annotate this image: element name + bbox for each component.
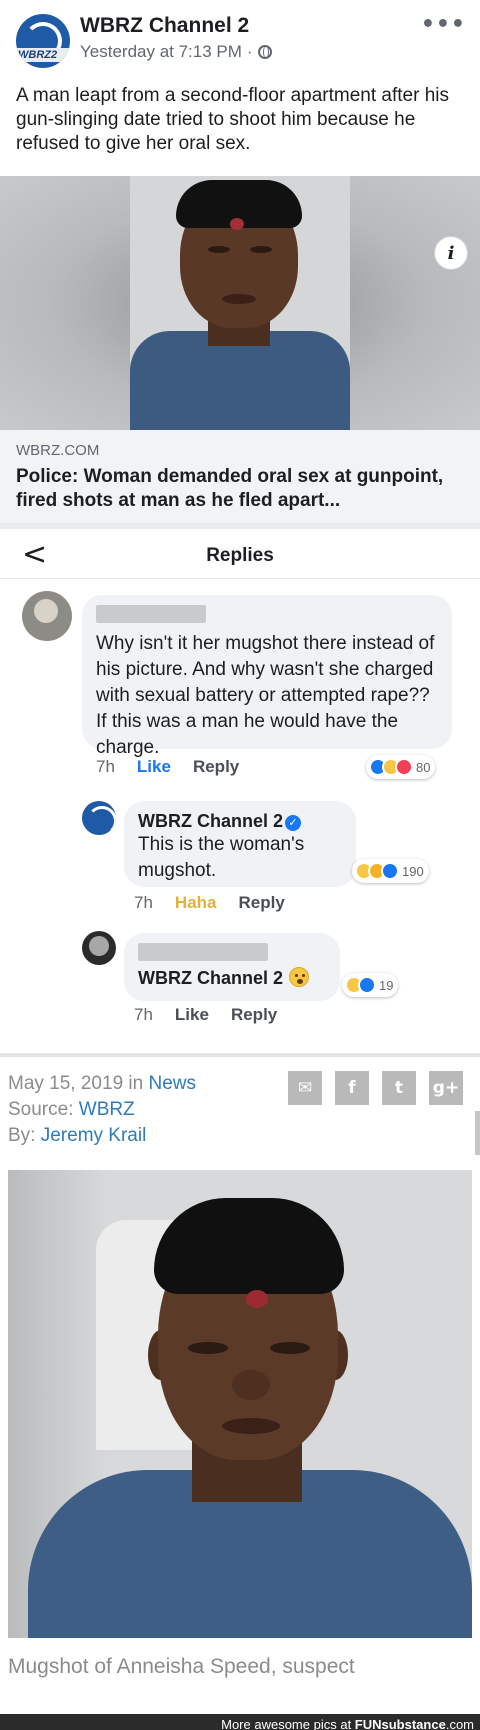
replies-screen: < Replies Why isn't it her mugshot there… — [0, 523, 480, 1053]
reply-time: 7h — [134, 1005, 153, 1024]
reply-button[interactable]: Reply — [193, 757, 239, 777]
love-reaction-icon — [395, 758, 413, 776]
reaction-summary[interactable]: 19 — [342, 973, 399, 997]
by-label: By: — [8, 1125, 36, 1146]
article-section: May 15, 2019 in News Source: WBRZ By: Je… — [0, 1053, 480, 1730]
comment-bubble: Why isn't it her mugshot there instead o… — [82, 595, 452, 758]
like-button[interactable]: Like — [175, 1005, 209, 1025]
like-reaction-icon — [358, 976, 376, 994]
footer-brand: FUNsubstance — [354, 1717, 446, 1730]
reply-bubble: WBRZ Channel 2 — [124, 933, 340, 1001]
reaction-count: 190 — [402, 863, 424, 879]
haha-button[interactable]: Haha — [175, 893, 217, 913]
reply-bubble: WBRZ Channel 2 ✓ This is the woman's mugs… — [124, 801, 356, 887]
reaction-count: 19 — [379, 977, 394, 993]
footer-suffix: .com — [445, 1717, 474, 1730]
facebook-share-icon[interactable]: f — [335, 1071, 369, 1105]
post-header: WBRZ2 WBRZ Channel 2 Yesterday at 7:13 P… — [16, 12, 466, 72]
article-mugshot-image — [8, 1170, 472, 1638]
watermark-footer: More awesome pics at FUNsubstance.com — [0, 1714, 480, 1730]
article-meta: May 15, 2019 in News Source: WBRZ By: Je… — [8, 1071, 196, 1149]
link-title[interactable]: Police: Woman demanded oral sex at gunpo… — [16, 465, 464, 513]
link-preview-image[interactable] — [0, 176, 480, 430]
post-timestamp[interactable]: Yesterday at 7:13 PM — [80, 42, 242, 62]
reply-button[interactable]: Reply — [231, 1005, 277, 1025]
share-buttons: ✉ f t g+ — [288, 1071, 463, 1105]
redacted-name — [96, 605, 206, 623]
info-icon[interactable]: i — [434, 236, 468, 270]
mugshot-image — [130, 176, 350, 430]
image-caption: Mugshot of Anneisha Speed, suspect — [8, 1655, 355, 1678]
page-avatar[interactable]: WBRZ2 — [16, 14, 70, 68]
post-meta: Yesterday at 7:13 PM · — [80, 42, 272, 62]
reply-actions: 7h Haha Reply — [134, 893, 285, 913]
reaction-summary[interactable]: 190 — [352, 859, 429, 883]
flushed-emoji-icon — [289, 967, 310, 987]
source-label: Source: — [8, 1099, 74, 1120]
link-preview-footer[interactable]: WBRZ.COM Police: Woman demanded oral sex… — [0, 430, 480, 523]
twitter-share-icon[interactable]: t — [382, 1071, 416, 1105]
email-share-icon[interactable]: ✉ — [288, 1071, 322, 1105]
globe-icon — [257, 45, 272, 59]
page-name[interactable]: WBRZ Channel 2 — [80, 14, 249, 38]
scrollbar[interactable] — [475, 1111, 480, 1155]
footer-prefix: More awesome pics at — [221, 1717, 355, 1730]
like-button[interactable]: Like — [137, 757, 171, 777]
author-link[interactable]: Jeremy Krail — [41, 1125, 147, 1146]
reply-button[interactable]: Reply — [239, 893, 285, 913]
reply-text: This is the woman's mugshot. — [138, 834, 305, 881]
reply-text: WBRZ Channel 2 — [138, 968, 284, 988]
like-reaction-icon — [381, 862, 399, 880]
in-label: in — [128, 1073, 144, 1094]
meta-separator: · — [246, 42, 253, 61]
replies-title: Replies — [206, 545, 274, 566]
category-link[interactable]: News — [149, 1073, 197, 1094]
more-options-icon[interactable]: ••• — [421, 12, 466, 37]
wbrz-avatar[interactable] — [82, 801, 116, 835]
reply-time: 7h — [134, 893, 153, 912]
commenter-avatar[interactable] — [82, 931, 116, 965]
comment-time: 7h — [96, 757, 115, 776]
comment-text: Why isn't it her mugshot there instead o… — [96, 633, 435, 758]
reply-actions: 7h Like Reply — [134, 1005, 277, 1025]
verified-badge-icon: ✓ — [285, 815, 302, 831]
commenter-avatar[interactable] — [22, 591, 72, 641]
reaction-summary[interactable]: 80 — [366, 755, 436, 779]
logo-text: WBRZ2 — [18, 49, 58, 61]
reaction-count: 80 — [416, 759, 431, 775]
link-domain: WBRZ.COM — [16, 442, 100, 459]
facebook-post: WBRZ2 WBRZ Channel 2 Yesterday at 7:13 P… — [0, 0, 480, 523]
reply-author[interactable]: WBRZ Channel 2 — [138, 811, 283, 831]
post-text: A man leapt from a second-floor apartmen… — [16, 85, 449, 154]
replies-nav: < Replies — [0, 529, 480, 579]
article-date: May 15, 2019 — [8, 1073, 124, 1094]
comment-actions: 7h Like Reply — [96, 757, 239, 777]
google-plus-share-icon[interactable]: g+ — [429, 1071, 463, 1105]
source-link[interactable]: WBRZ — [79, 1099, 135, 1120]
redacted-name — [138, 943, 268, 961]
